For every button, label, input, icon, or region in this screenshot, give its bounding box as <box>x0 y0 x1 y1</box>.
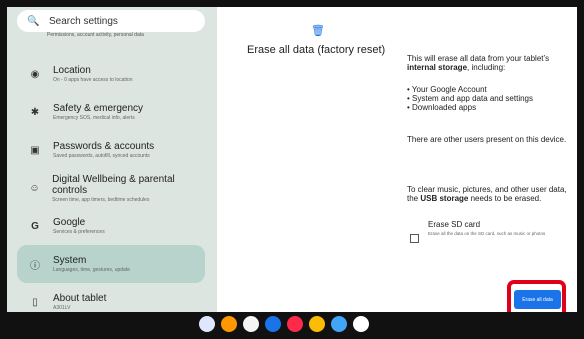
sidebar-item-about[interactable]: ▯ About tablet A301LV <box>17 283 205 312</box>
sidebar-item-safety[interactable]: ✱ Safety & emergency Emergency SOS, medi… <box>17 93 205 131</box>
sidebar-item-subtitle: A301LV <box>53 305 71 311</box>
app-drawer-icon[interactable] <box>353 316 369 332</box>
sidebar-item-title: About tablet <box>53 293 107 304</box>
sidebar-item-google[interactable]: G Google Services & preferences <box>17 207 205 245</box>
sidebar-item-text: About tablet A301LV <box>53 293 106 311</box>
sidebar-item-title: Location <box>53 65 91 76</box>
asterisk-icon: ✱ <box>30 106 40 118</box>
sidebar-item-subtitle: On - 0 apps have access to location <box>53 77 133 83</box>
sidebar-item-wellbeing[interactable]: ☺ Digital Wellbeing & parental controls … <box>17 169 205 207</box>
sidebar-item-subtitle: Services & preferences <box>53 229 105 235</box>
info-icon: ⓘ <box>30 260 40 272</box>
erase-all-data-button[interactable]: Erase all data <box>514 290 561 309</box>
page-title: Erase all data (factory reset) <box>247 44 386 56</box>
settings-sidebar: 🔍 Search settings Permissions, account a… <box>7 7 217 312</box>
photos-icon[interactable] <box>309 316 325 332</box>
erase-sd-checkbox[interactable] <box>410 234 419 243</box>
google-icon: G <box>31 220 39 232</box>
wellbeing-icon: ☺ <box>29 182 40 194</box>
screen: 🔍 Search settings Permissions, account a… <box>7 7 577 312</box>
sidebar-item-text: Google Services & preferences <box>53 217 105 235</box>
sidebar-item-title: Google <box>53 217 86 228</box>
sidebar-item-text: Safety & emergency Emergency SOS, medica… <box>53 103 143 121</box>
location-pin-icon: ◉ <box>30 68 40 80</box>
included-data-list: • Your Google Account • System and app d… <box>407 85 567 112</box>
tablet-icon: ▯ <box>32 296 38 308</box>
top-cut-text: Permissions, account activity, personal … <box>47 32 144 38</box>
taskbar-dock <box>0 312 584 339</box>
bullet-item: • Your Google Account <box>407 85 487 94</box>
sidebar-item-system[interactable]: ⓘ System Languages, time, gestures, upda… <box>17 245 205 283</box>
sidebar-item-subtitle: Saved passwords, autofill, synced accoun… <box>53 153 150 159</box>
other-users-text: There are other users present on this de… <box>407 135 567 144</box>
sidebar-item-text: System Languages, time, gestures, update <box>53 255 130 273</box>
chrome-icon[interactable] <box>221 316 237 332</box>
sidebar-item-location[interactable]: ◉ Location On - 0 apps have access to lo… <box>17 55 205 93</box>
settings-gear-icon[interactable] <box>265 316 281 332</box>
sidebar-item-subtitle: Emergency SOS, medical info, alerts <box>53 115 135 121</box>
search-bar[interactable]: 🔍 Search settings <box>17 10 205 32</box>
trash-icon: 🗑 <box>311 25 325 37</box>
search-icon: 🔍 <box>27 15 40 27</box>
sidebar-item-title: System <box>53 255 87 266</box>
sidebar-item-title: Safety & emergency <box>53 103 144 114</box>
play-store-icon[interactable] <box>287 316 303 332</box>
erase-sd-label[interactable]: Erase SD card <box>428 220 480 229</box>
factory-reset-panel: 🗑 Erase all data (factory reset) This wi… <box>217 7 577 312</box>
sidebar-item-text: Digital Wellbeing & parental controls Sc… <box>52 174 205 203</box>
chat-icon[interactable] <box>331 316 347 332</box>
bullet-item: • System and app data and settings <box>407 94 533 103</box>
profile-app-icon[interactable] <box>199 316 215 332</box>
search-input[interactable]: Search settings <box>49 16 118 27</box>
sidebar-item-title: Passwords & accounts <box>53 141 155 152</box>
usb-storage-text: To clear music, pictures, and other user… <box>407 185 567 203</box>
sidebar-item-title: Digital Wellbeing & parental controls <box>52 173 175 196</box>
sidebar-item-passwords[interactable]: ▣ Passwords & accounts Saved passwords, … <box>17 131 205 169</box>
sidebar-item-subtitle: Screen time, app timers, bedtime schedul… <box>52 196 150 203</box>
sidebar-item-text: Passwords & accounts Saved passwords, au… <box>53 141 154 159</box>
camera-icon[interactable] <box>243 316 259 332</box>
sidebar-item-subtitle: Languages, time, gestures, update <box>53 267 130 273</box>
sidebar-item-text: Location On - 0 apps have access to loca… <box>53 65 133 83</box>
erase-sd-description: Erase all the data on the SD card, such … <box>428 231 546 236</box>
account-box-icon: ▣ <box>30 144 40 156</box>
intro-text: This will erase all data from your table… <box>407 54 550 72</box>
bullet-item: • Downloaded apps <box>407 103 477 112</box>
